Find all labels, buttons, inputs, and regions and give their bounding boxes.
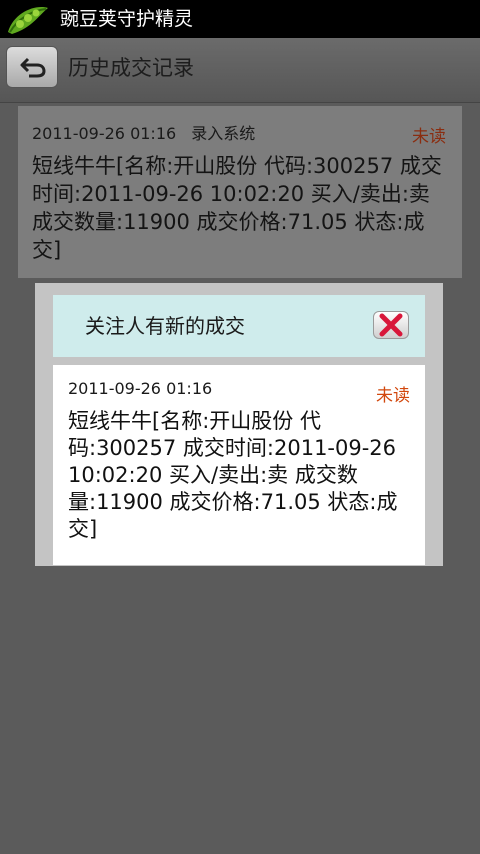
trade-record-item[interactable]: 2011-09-26 01:16 录入系统 未读 短线牛牛[名称:开山股份 代码… [18, 106, 462, 278]
record-source: 录入系统 [191, 124, 256, 143]
dialog-content: 短线牛牛[名称:开山股份 代码:300257 成交时间:2011-09-26 1… [68, 409, 398, 541]
back-button[interactable] [6, 46, 58, 88]
app-title-bar: 豌豆荚守护精灵 [0, 0, 480, 38]
dialog-unread-badge: 未读 [376, 386, 410, 406]
close-x-icon [379, 313, 403, 337]
dialog-message: 2011-09-26 01:16 未读 短线牛牛[名称:开山股份 代码:3002… [53, 365, 425, 565]
unread-badge: 未读 [412, 127, 446, 147]
page-title: 历史成交记录 [68, 56, 194, 80]
undo-arrow-icon [20, 57, 46, 78]
new-trade-dialog: 关注人有新的成交 2011-09-26 01:16 未读 短线牛牛[名称:开山股… [35, 283, 443, 566]
dialog-title: 关注人有新的成交 [85, 314, 245, 338]
pea-pod-icon [6, 2, 50, 36]
record-meta: 2011-09-26 01:16 录入系统 [32, 120, 448, 144]
close-button[interactable] [373, 311, 409, 339]
page-header: 历史成交记录 [0, 38, 480, 103]
dialog-datetime: 2011-09-26 01:16 [68, 379, 213, 398]
app-title: 豌豆荚守护精灵 [60, 8, 194, 30]
record-content: 短线牛牛[名称:开山股份 代码:300257 成交时间:2011-09-26 1… [32, 154, 442, 262]
record-datetime: 2011-09-26 01:16 [32, 124, 177, 143]
dialog-header: 关注人有新的成交 [53, 295, 425, 357]
